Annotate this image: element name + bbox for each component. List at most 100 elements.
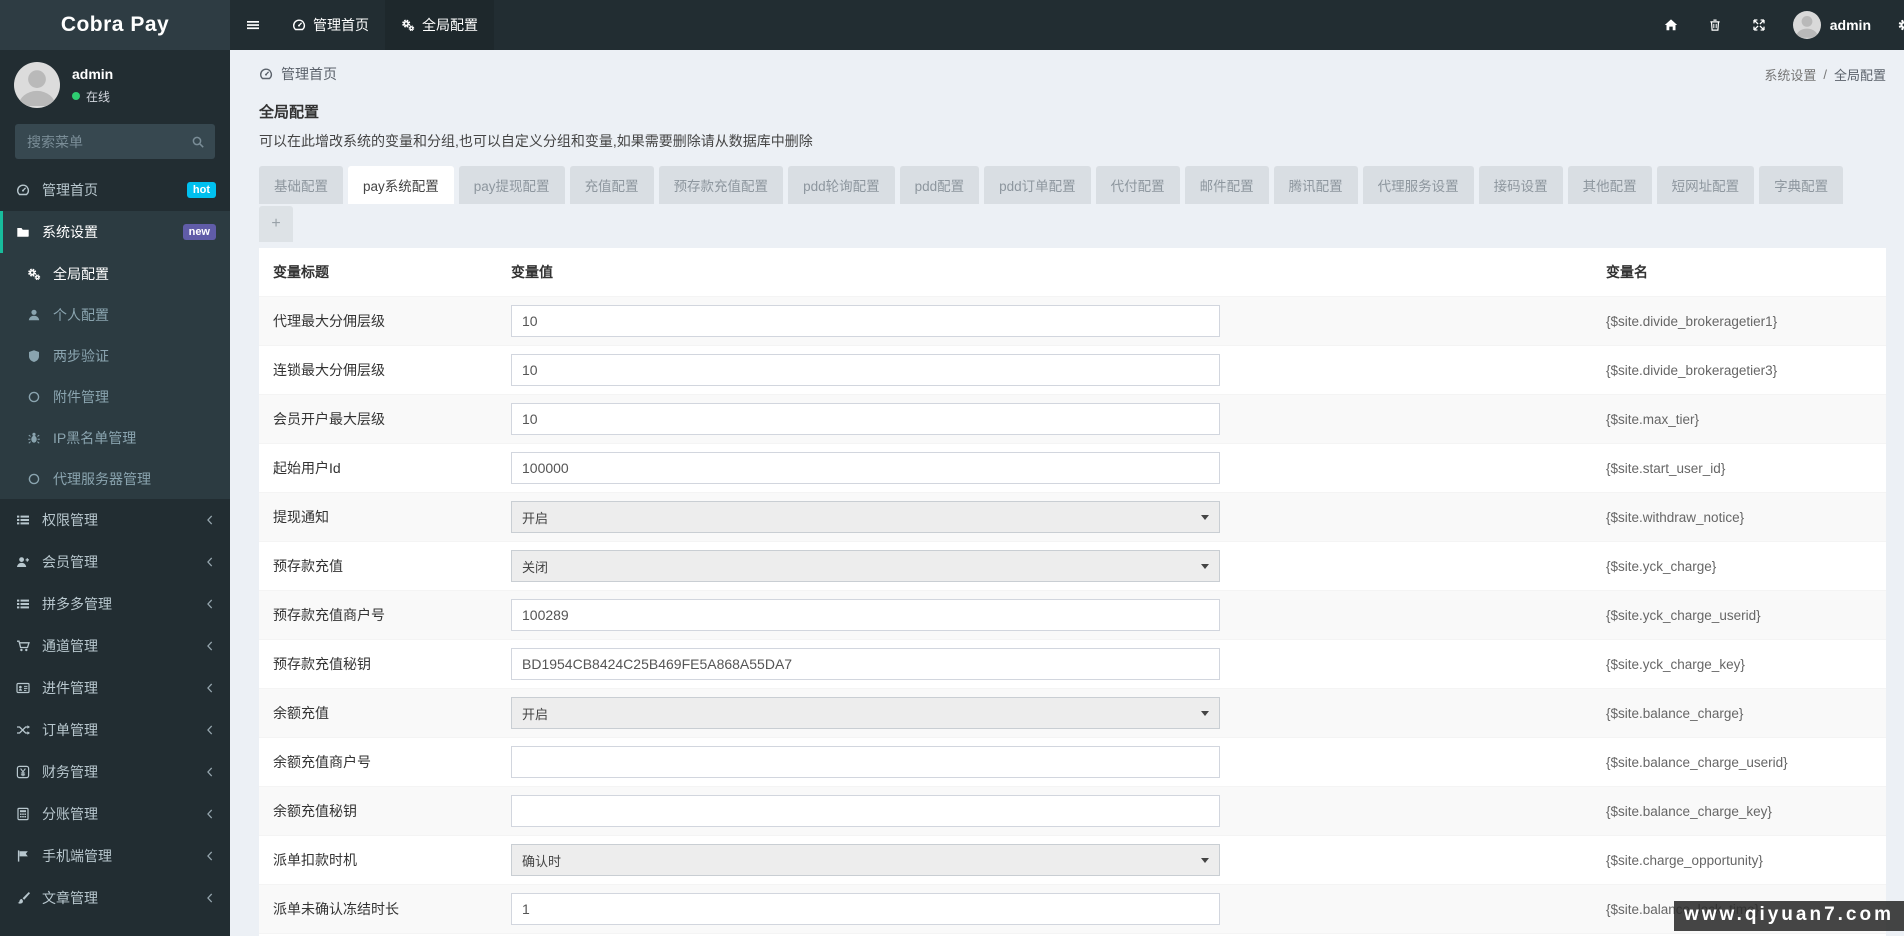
yck-charge-key-input[interactable] — [511, 648, 1220, 680]
gears-icon — [25, 267, 43, 281]
charge-opportunity-select[interactable]: 确认时 — [511, 844, 1220, 876]
brush-icon — [14, 891, 32, 905]
folder-icon — [14, 225, 32, 239]
brand-logo[interactable]: Cobra Pay — [0, 0, 230, 50]
tab-basic[interactable]: 基础配置 — [259, 166, 343, 204]
chevron-left-icon — [204, 682, 216, 694]
user-menu-label: admin — [1829, 17, 1871, 33]
tab-recharge[interactable]: 充值配置 — [569, 166, 654, 204]
page-head: 全局配置 可以在此增改系统的变量和分组,也可以自定义分组和变量,如果需要删除请从… — [259, 101, 1886, 151]
sidebar-item-attachment-manage[interactable]: 附件管理 — [0, 376, 230, 417]
divide-brokeragetier3-input[interactable] — [511, 354, 1220, 386]
sidebar-item-pdd-manage[interactable]: 拼多多管理 — [0, 583, 230, 625]
sidebar-item-two-step-verify[interactable]: 两步验证 — [0, 335, 230, 376]
breadcrumb-system-settings[interactable]: 系统设置 — [1764, 65, 1816, 84]
tab-other[interactable]: 其他配置 — [1567, 166, 1652, 204]
sidebar-item-permission-manage[interactable]: 权限管理 — [0, 499, 230, 541]
tab-tencent[interactable]: 腾讯配置 — [1273, 166, 1358, 204]
balance-charge-select[interactable]: 开启 — [511, 697, 1220, 729]
table-row-yck-charge: 预存款充值 关闭 {$site.yck_charge} — [259, 541, 1886, 590]
withdraw-notice-select[interactable]: 开启 — [511, 501, 1220, 533]
trash-button[interactable] — [1693, 0, 1737, 50]
sidebar-item-global-config[interactable]: 全局配置 — [0, 253, 230, 294]
breadcrumb-global-config[interactable]: 全局配置 — [1834, 65, 1886, 84]
sidebar-item-split-account-manage[interactable]: 分账管理 — [0, 793, 230, 835]
search-button[interactable] — [181, 124, 215, 159]
tab-pdd[interactable]: pdd配置 — [899, 166, 980, 204]
divide-brokeragetier1-input[interactable] — [511, 305, 1220, 337]
yck-charge-userid-input[interactable] — [511, 599, 1220, 631]
row-varname: {$site.balance_charge_userid} — [1606, 755, 1788, 770]
tab-mail[interactable]: 邮件配置 — [1184, 166, 1269, 204]
yck-charge-select[interactable]: 关闭 — [511, 550, 1220, 582]
user-menu[interactable]: admin — [1781, 11, 1883, 39]
topnav-item-dashboard[interactable]: 管理首页 — [276, 0, 385, 50]
column-header-varname: 变量名 — [1606, 264, 1648, 280]
settings-button[interactable] — [1883, 0, 1904, 50]
sidebar-item-mobile-manage[interactable]: 手机端管理 — [0, 835, 230, 877]
tab-sms-code[interactable]: 接码设置 — [1478, 166, 1563, 204]
row-label: 余额充值 — [273, 705, 329, 721]
sidebar-item-label: 权限管理 — [42, 512, 98, 528]
topnav-item-global-config[interactable]: 全局配置 — [385, 0, 494, 50]
sidebar-toggle-button[interactable] — [230, 0, 276, 50]
sidebar-item-incoming-manage[interactable]: 进件管理 — [0, 667, 230, 709]
balance-charge-key-input[interactable] — [511, 795, 1220, 827]
sidebar-item-personal-config[interactable]: 个人配置 — [0, 294, 230, 335]
tab-short-url[interactable]: 短网址配置 — [1656, 166, 1755, 204]
sidebar-item-channel-manage[interactable]: 通道管理 — [0, 625, 230, 667]
sidebar-item-proxy-server-manage[interactable]: 代理服务器管理 — [0, 458, 230, 499]
tab-proxy-service[interactable]: 代理服务设置 — [1362, 166, 1474, 204]
select-value: 确认时 — [522, 853, 562, 869]
sidebar-item-ip-blacklist-manage[interactable]: IP黑名单管理 — [0, 417, 230, 458]
start-user-id-input[interactable] — [511, 452, 1220, 484]
chevron-left-icon — [204, 766, 216, 778]
home-button[interactable] — [1649, 0, 1693, 50]
row-label: 提现通知 — [273, 509, 329, 525]
sidebar-item-finance-manage[interactable]: 财务管理 — [0, 751, 230, 793]
tab-daifu[interactable]: 代付配置 — [1095, 166, 1180, 204]
user-plus-icon — [14, 555, 32, 569]
sidebar-search — [15, 124, 215, 159]
tab-dict[interactable]: 字典配置 — [1759, 166, 1844, 204]
sidebar-user-panel: admin 在线 — [0, 50, 230, 116]
add-tab-button[interactable]: + — [259, 206, 293, 242]
sidebar-item-system-settings[interactable]: 系统设置 new — [0, 211, 230, 253]
tab-pay-withdraw[interactable]: pay提现配置 — [458, 166, 565, 204]
caret-down-icon — [1201, 564, 1209, 569]
sidebar-item-dashboard[interactable]: 管理首页 hot — [0, 169, 230, 211]
row-varname: {$site.balance_charge} — [1606, 706, 1744, 721]
badge-hot: hot — [186, 181, 216, 199]
topnav-item-label: 管理首页 — [313, 17, 369, 33]
tab-pay-system[interactable]: pay系统配置 — [348, 166, 454, 204]
tab-yck-recharge[interactable]: 预存款充值配置 — [658, 166, 784, 204]
search-input[interactable] — [15, 133, 181, 150]
chevron-left-icon — [204, 850, 216, 862]
sidebar-item-article-manage[interactable]: 文章管理 — [0, 877, 230, 919]
sidebar-item-label: 会员管理 — [42, 554, 98, 570]
row-label: 预存款充值秘钥 — [273, 656, 371, 672]
max-tier-input[interactable] — [511, 403, 1220, 435]
balance-charge-userid-input[interactable] — [511, 746, 1220, 778]
trash-icon — [1708, 18, 1722, 32]
chevron-left-icon — [204, 892, 216, 904]
dashboard-icon — [259, 67, 273, 81]
row-label: 会员开户最大层级 — [273, 411, 385, 427]
sidebar-item-order-manage[interactable]: 订单管理 — [0, 709, 230, 751]
badge-new: new — [182, 223, 216, 241]
chevron-left-icon — [204, 724, 216, 736]
expand-button[interactable] — [1737, 0, 1781, 50]
sidebar-item-label: 订单管理 — [42, 722, 98, 738]
sidebar-item-member-manage[interactable]: 会员管理 — [0, 541, 230, 583]
table-row-charge-opportunity: 派单扣款时机 确认时 {$site.charge_opportunity} — [259, 835, 1886, 884]
content-header-left: 管理首页 — [259, 64, 337, 84]
balance-lock-time-input[interactable] — [511, 893, 1220, 925]
sidebar-item-label: 文章管理 — [42, 890, 98, 906]
tab-pdd-polling[interactable]: pdd轮询配置 — [788, 166, 895, 204]
caret-down-icon — [1201, 711, 1209, 716]
shield-icon — [25, 349, 43, 363]
sidebar-item-label: 两步验证 — [53, 347, 109, 364]
breadcrumb-separator: / — [1823, 66, 1827, 82]
page-description: 可以在此增改系统的变量和分组,也可以自定义分组和变量,如果需要删除请从数据库中删… — [259, 133, 813, 149]
tab-pdd-order[interactable]: pdd订单配置 — [984, 166, 1091, 204]
